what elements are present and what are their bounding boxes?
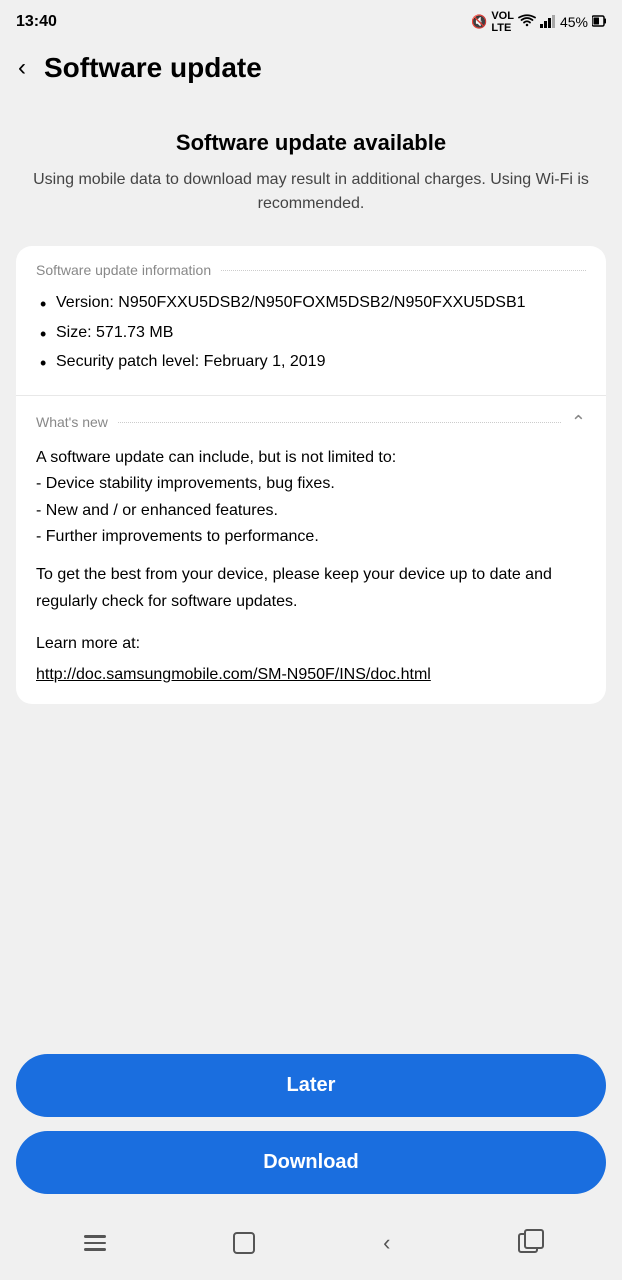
battery-indicator: 45% xyxy=(560,14,588,30)
whats-new-item-2: - New and / or enhanced features. xyxy=(36,498,586,524)
info-item-size: Size: 571.73 MB xyxy=(36,320,586,346)
vol-lte-icon: VOLLTE xyxy=(491,10,514,34)
download-button[interactable]: Download xyxy=(16,1131,606,1194)
nav-home-button[interactable] xyxy=(233,1232,255,1254)
update-title: Software update available xyxy=(20,130,602,156)
software-info-list: Version: N950FXXU5DSB2/N950FOXM5DSB2/N95… xyxy=(36,290,586,375)
section-dots-1 xyxy=(221,270,586,271)
whats-new-header: What's new ⌃ xyxy=(36,412,586,433)
update-subtitle: Using mobile data to download may result… xyxy=(20,168,602,216)
whats-new-item-1: - Device stability improvements, bug fix… xyxy=(36,471,586,497)
battery-icon xyxy=(592,14,606,31)
nav-menu-button[interactable] xyxy=(84,1235,106,1251)
learn-more-link[interactable]: http://doc.samsungmobile.com/SM-N950F/IN… xyxy=(36,666,431,683)
mute-icon: 🔇 xyxy=(471,14,487,30)
software-info-header: Software update information xyxy=(36,262,586,278)
whats-new-label: What's new xyxy=(36,414,108,430)
info-card: Software update information Version: N95… xyxy=(16,246,606,704)
page-header: ‹ Software update xyxy=(0,40,622,100)
software-info-section: Software update information Version: N95… xyxy=(16,246,606,395)
learn-more-label: Learn more at: xyxy=(36,631,586,657)
page-title: Software update xyxy=(44,52,262,84)
main-content: Software update information Version: N95… xyxy=(0,246,622,1044)
update-available-section: Software update available Using mobile d… xyxy=(0,100,622,246)
whats-new-body: A software update can include, but is no… xyxy=(36,445,586,688)
buttons-section: Later Download xyxy=(0,1044,622,1214)
software-info-label: Software update information xyxy=(36,262,211,278)
later-button[interactable]: Later xyxy=(16,1054,606,1117)
status-icons: 🔇 VOLLTE 45% xyxy=(471,10,606,34)
signal-icon xyxy=(540,14,556,31)
whats-new-collapse-button[interactable]: ⌃ xyxy=(571,412,586,433)
info-item-security: Security patch level: February 1, 2019 xyxy=(36,349,586,375)
nav-back-button[interactable]: ‹ xyxy=(383,1230,390,1256)
whats-new-item-3: - Further improvements to performance. xyxy=(36,524,586,550)
status-time: 13:40 xyxy=(16,13,57,31)
nav-apps-button[interactable] xyxy=(518,1233,538,1253)
info-item-version: Version: N950FXXU5DSB2/N950FOXM5DSB2/N95… xyxy=(36,290,586,316)
section-dots-2 xyxy=(118,422,561,423)
back-button[interactable]: ‹ xyxy=(10,50,34,86)
whats-new-footer: To get the best from your device, please… xyxy=(36,562,586,615)
whats-new-intro: A software update can include, but is no… xyxy=(36,445,586,471)
wifi-icon xyxy=(518,14,536,31)
status-bar: 13:40 🔇 VOLLTE 45% xyxy=(0,0,622,40)
learn-more: Learn more at: http://doc.samsungmobile.… xyxy=(36,631,586,688)
whats-new-section: What's new ⌃ A software update can inclu… xyxy=(16,396,606,704)
nav-bar: ‹ xyxy=(0,1214,622,1280)
